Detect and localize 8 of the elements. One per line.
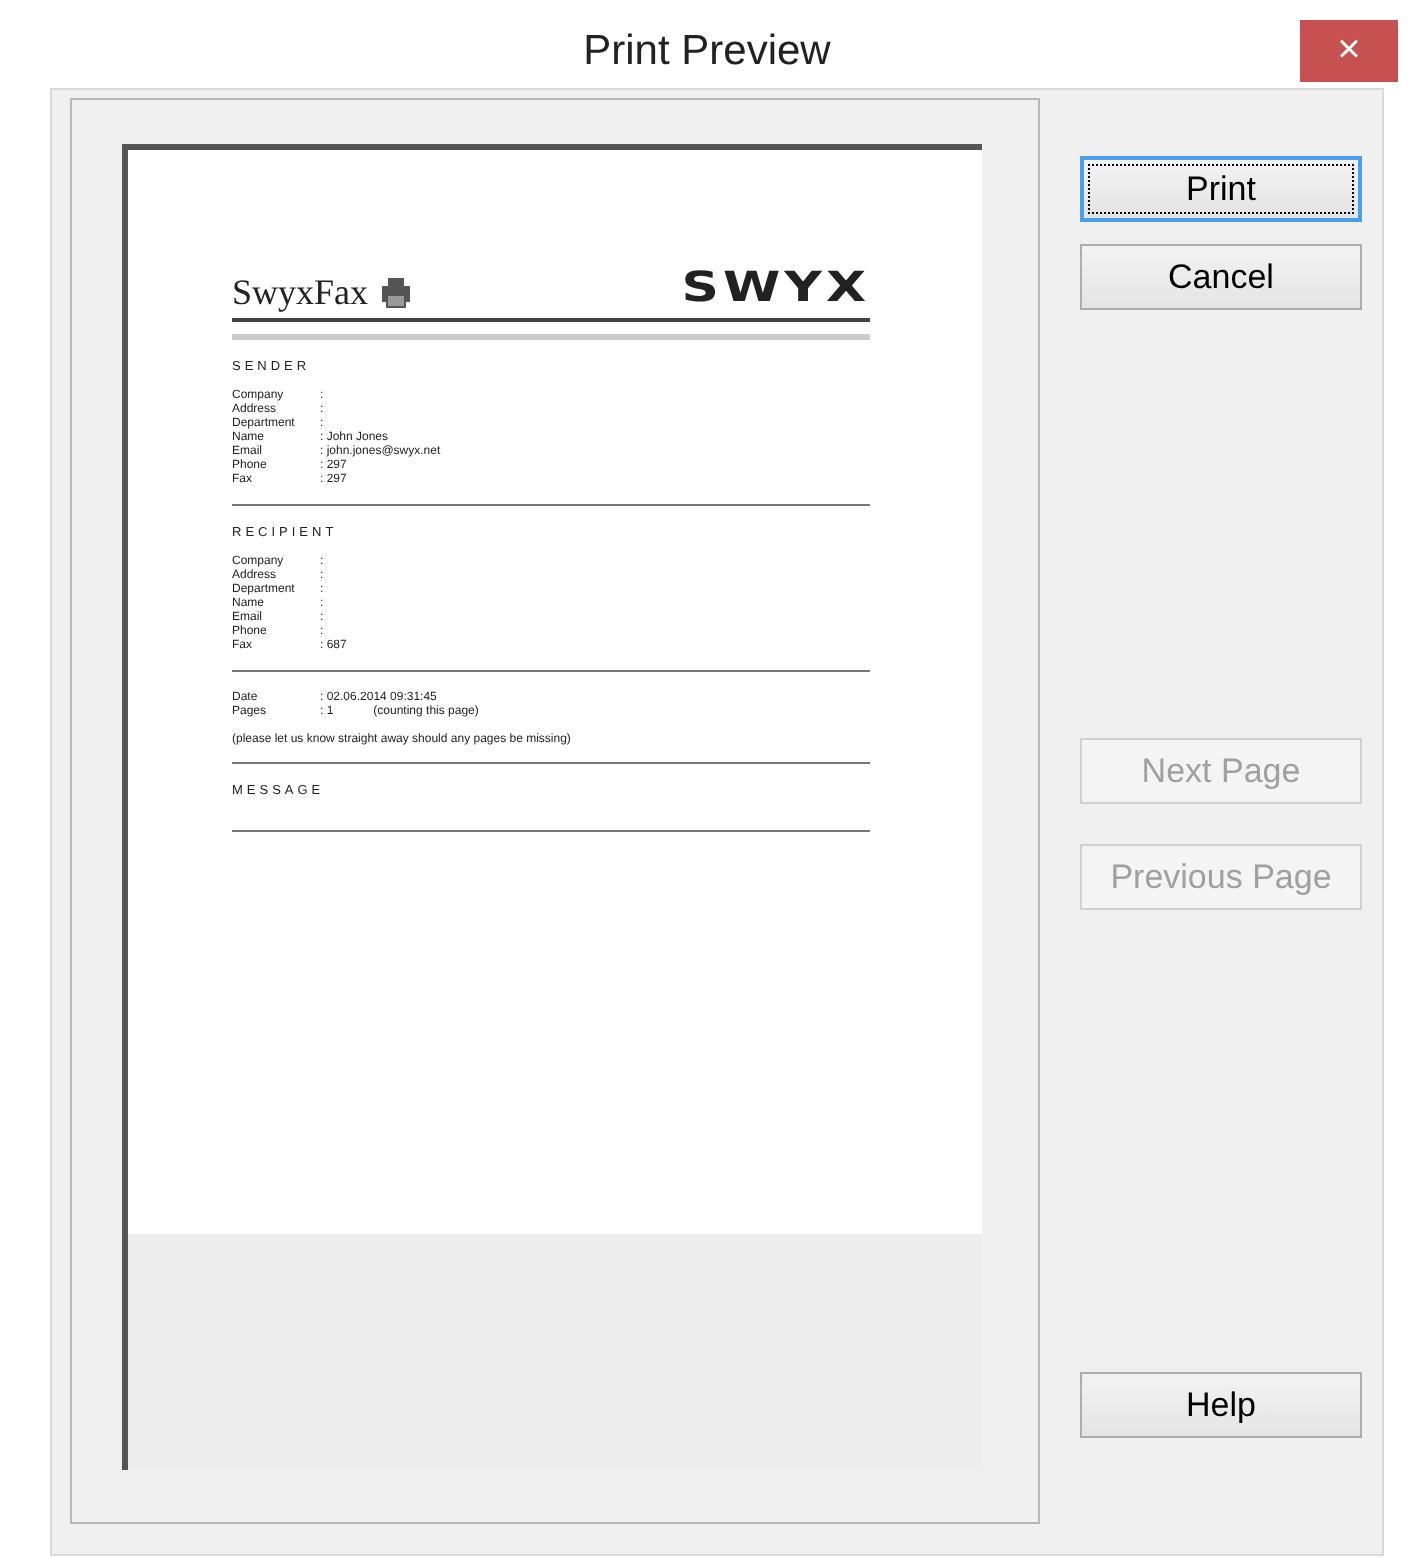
printer-icon (380, 278, 413, 308)
dialog-button[interactable]: Cancel (1080, 244, 1362, 310)
brand-name: SwyxFax (232, 272, 369, 314)
company-logo: SWYX (681, 267, 870, 309)
close-button[interactable]: × (1300, 20, 1398, 82)
window-title: Print Preview (583, 28, 831, 76)
dialog-button[interactable]: Print (1080, 156, 1362, 222)
dialog-button[interactable]: Help (1080, 1372, 1362, 1438)
